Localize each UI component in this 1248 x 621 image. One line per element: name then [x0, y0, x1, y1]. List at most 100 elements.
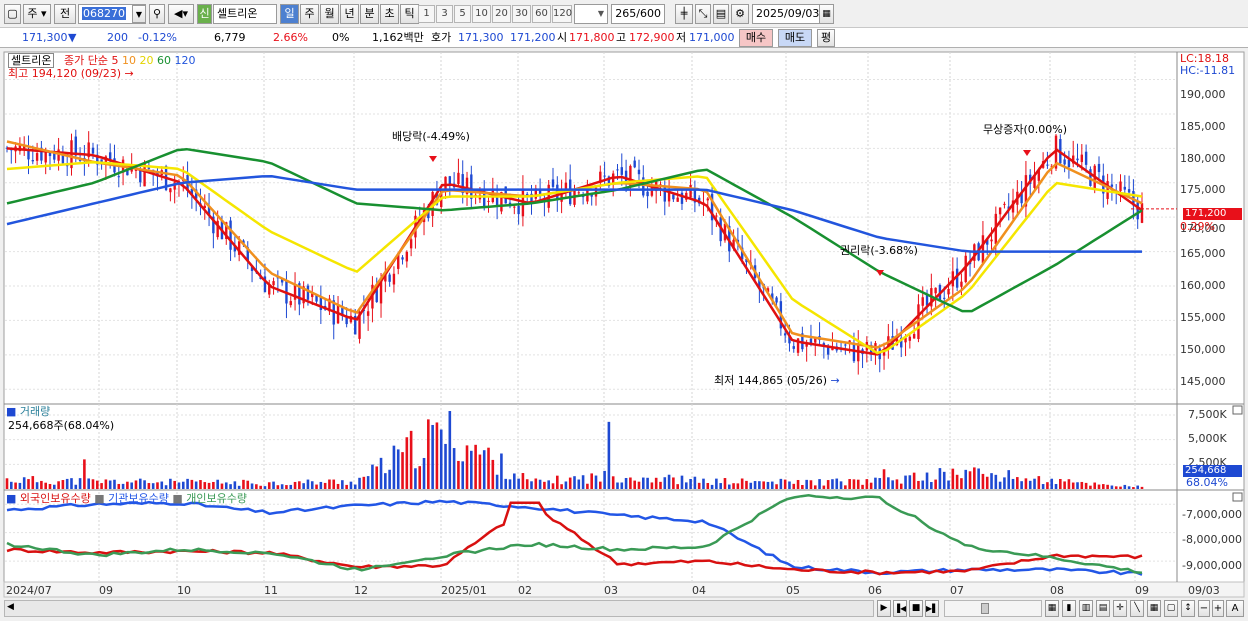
candle-body: [1110, 184, 1114, 187]
volume-bar: [143, 480, 146, 489]
first-icon[interactable]: ▐◀: [893, 600, 907, 617]
volume-bar: [796, 479, 800, 489]
x-tick: 06: [868, 584, 882, 597]
price-tick: 190,000: [1180, 88, 1226, 101]
candle-body: [943, 297, 946, 299]
volume-bar: [169, 478, 172, 489]
volume-bar: [272, 481, 275, 489]
volume-bar: [715, 478, 718, 489]
volume-bar: [1114, 486, 1118, 489]
layout-icon[interactable]: ▤: [1096, 600, 1110, 617]
volume-bar: [1110, 485, 1114, 489]
holding-tick: -9,000,000: [1182, 559, 1242, 572]
volume-bar: [448, 411, 452, 489]
volume-bar: [921, 480, 925, 489]
volume-bar: [487, 447, 490, 489]
crosshair-icon[interactable]: ✛: [1113, 600, 1127, 617]
volume-bar: [35, 482, 39, 489]
volume-bar: [525, 479, 529, 489]
candle-body: [366, 311, 370, 316]
candle-body: [551, 179, 555, 187]
volume-bar: [973, 467, 976, 489]
volume-bar: [495, 474, 499, 489]
candle-body: [1136, 202, 1139, 220]
holding-legend: ■ 외국인보유수량 ■ 기관보유수량 ■ 개인보유수량: [6, 492, 248, 505]
zoom-out-icon[interactable]: −: [1198, 600, 1210, 617]
volume-bar: [31, 476, 35, 489]
price-legend: 셀트리온 종가 단순 5 10 20 60 120: [8, 53, 195, 68]
volume-bar: [960, 478, 963, 489]
volume-bar: [521, 473, 525, 489]
horizontal-scrollbar[interactable]: ◀: [4, 600, 874, 617]
split-icon[interactable]: ▥: [1079, 600, 1093, 617]
price-tick: 155,000: [1180, 311, 1226, 324]
move-icon[interactable]: ↕: [1181, 600, 1195, 617]
current-pct-label: 0.29%: [1180, 220, 1215, 233]
volume-bar: [151, 483, 155, 489]
x-tick: 09: [99, 584, 113, 597]
line-icon[interactable]: ╲: [1130, 600, 1144, 617]
volume-bar: [1106, 484, 1109, 489]
volume-bar: [534, 478, 538, 489]
last-icon[interactable]: ▶▌: [925, 600, 939, 617]
zoom-in-icon[interactable]: +: [1212, 600, 1224, 617]
candle-body: [409, 239, 413, 249]
volume-bar: [831, 479, 834, 489]
volume-bar: [758, 481, 761, 489]
candle-body: [783, 333, 787, 336]
volume-bar: [1132, 487, 1135, 489]
candle-body: [912, 334, 916, 339]
volume-bar: [379, 457, 383, 489]
current-price-badge: 171,200: [1183, 208, 1242, 220]
volume-bar: [895, 479, 899, 489]
volume-bar: [641, 477, 645, 489]
volume-value: 254,668주(68.04%): [8, 419, 115, 432]
scroll-right-icon[interactable]: ▶: [877, 600, 891, 617]
ma20-label: 20: [139, 54, 154, 67]
volume-bar: [427, 419, 430, 489]
volume-bar: [126, 481, 129, 489]
grid-icon[interactable]: ▦: [1045, 600, 1059, 617]
chart-canvas[interactable]: [0, 0, 1248, 621]
volume-bar: [818, 479, 821, 489]
volume-bar: [289, 484, 293, 489]
candle-body: [990, 239, 993, 242]
candle-body: [646, 191, 649, 197]
candle-body: [388, 274, 391, 282]
volume-bar: [345, 484, 348, 489]
x-tick-last: 09/03: [1188, 584, 1220, 597]
volume-bar: [259, 485, 262, 489]
volume-bar: [293, 481, 297, 489]
price-tick: 185,000: [1180, 120, 1226, 133]
tile-icon[interactable]: ▦: [1147, 600, 1161, 617]
volume-bar: [138, 478, 142, 489]
box-icon[interactable]: ▢: [1164, 600, 1178, 617]
volume-bar: [27, 479, 30, 489]
candle-body: [139, 170, 142, 183]
volume-bar: [869, 482, 873, 489]
volume-bar: [48, 483, 52, 489]
volume-bar: [212, 481, 215, 489]
candle-body: [637, 169, 641, 175]
volume-bar: [113, 479, 116, 489]
volume-bar: [319, 481, 323, 489]
zoom-slider[interactable]: [944, 600, 1042, 617]
volume-bar: [310, 481, 314, 489]
volume-bar: [285, 485, 288, 489]
volume-bar: [414, 468, 417, 489]
volume-bar: [547, 480, 551, 489]
volume-bar: [418, 466, 422, 489]
volume-bar: [586, 483, 589, 489]
candle-body: [306, 285, 310, 300]
volume-bar: [663, 477, 667, 489]
volume-bar: [61, 480, 65, 489]
volume-bar: [779, 478, 783, 489]
auto-icon[interactable]: A: [1226, 600, 1244, 617]
stop-icon[interactable]: ■: [909, 600, 923, 617]
bar-icon[interactable]: ▮: [1062, 600, 1076, 617]
volume-bar: [770, 481, 774, 489]
candle-body: [981, 235, 985, 264]
volume-bar: [267, 482, 271, 489]
volume-bar: [160, 481, 164, 489]
volume-bar: [551, 483, 555, 489]
